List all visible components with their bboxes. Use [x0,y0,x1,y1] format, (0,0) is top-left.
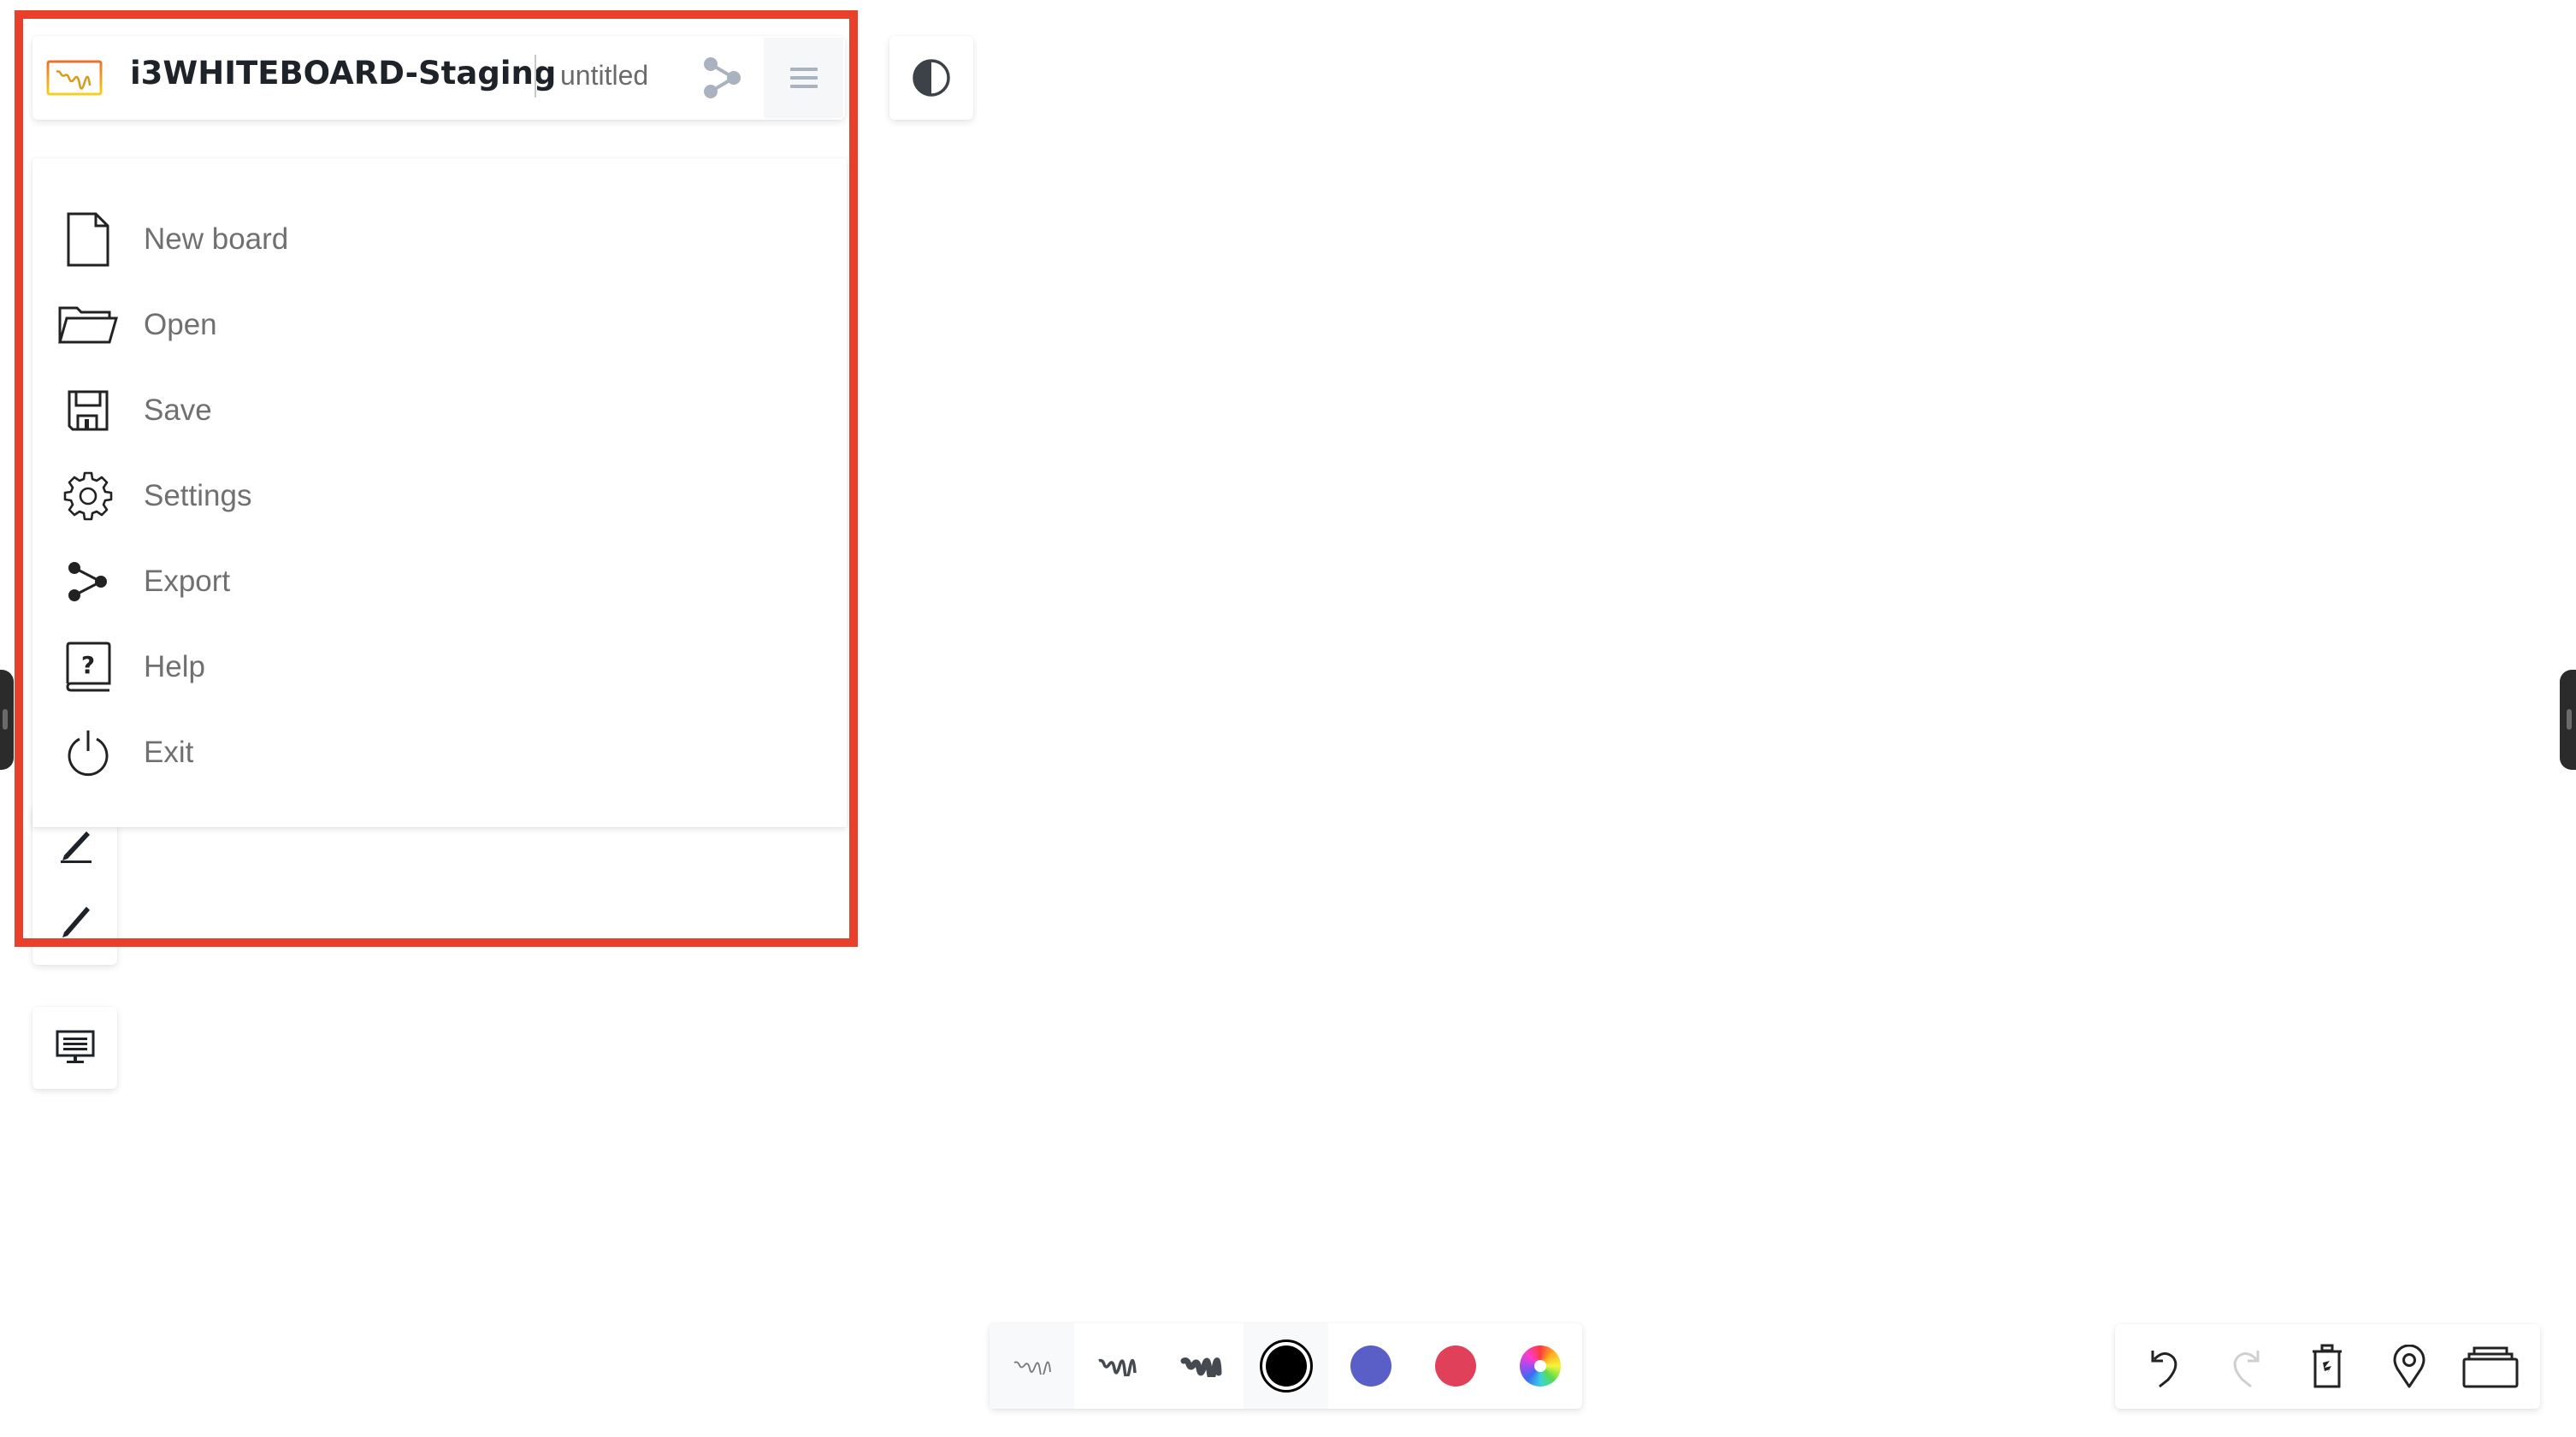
custom-color-button[interactable] [1498,1323,1582,1409]
menu-item-label: Export [144,565,231,598]
stroke-thin-icon [1011,1357,1054,1375]
menu-item-label: Save [144,393,212,427]
locate-button[interactable] [2371,1328,2448,1405]
undo-button[interactable] [2126,1328,2203,1405]
menu-item-exit[interactable]: Exit [32,710,847,795]
redo-button[interactable] [2207,1328,2284,1405]
highlighter-icon [54,902,97,948]
menu-item-settings[interactable]: Settings [32,453,847,539]
menu-item-label: Open [144,308,217,341]
main-menu-panel: New board Open Save Settings Export ? He… [32,158,847,827]
stroke-thick-button[interactable] [1159,1323,1244,1409]
contrast-icon [911,57,952,98]
floppy-disk-icon [58,381,118,441]
stroke-medium-icon [1096,1356,1138,1376]
menu-item-save[interactable]: Save [32,368,847,453]
color-swatch-black [1259,1339,1313,1393]
menu-item-label: New board [144,222,289,256]
menu-item-label: Help [144,650,205,683]
title-divider [535,55,536,98]
location-pin-icon [2393,1344,2425,1389]
menu-item-open[interactable]: Open [32,282,847,368]
share-icon [703,57,742,98]
boards-button[interactable] [2452,1328,2529,1405]
color-red-button[interactable] [1413,1323,1498,1409]
color-black-button[interactable] [1244,1323,1328,1409]
color-wheel-center [1533,1360,1546,1372]
color-wheel-icon [1519,1345,1561,1387]
swatch-fill [1265,1345,1307,1387]
share-button[interactable] [688,43,757,113]
trash-icon [2311,1344,2343,1390]
menu-item-label: Exit [144,736,194,769]
app-title: i3WHITEBOARD-Staging [130,55,557,92]
pen-toolbar [32,804,117,965]
svg-text:?: ? [81,651,95,679]
stroke-color-toolbar [990,1323,1582,1409]
redo-icon [2227,1345,2265,1388]
menu-item-export[interactable]: Export [32,539,847,624]
gear-icon [58,466,118,526]
new-file-icon [58,210,118,269]
power-icon [58,723,118,783]
left-drawer-handle[interactable] [0,670,14,770]
color-swatch-red [1434,1345,1476,1387]
help-book-icon: ? [58,637,118,697]
presentation-icon [56,1030,95,1066]
hamburger-menu-icon [789,66,818,90]
color-swatch-blue [1350,1345,1391,1387]
highlighter-tool-button[interactable] [32,884,117,965]
right-drawer-handle[interactable] [2560,670,2576,770]
pen-icon [54,823,97,866]
presentation-button[interactable] [32,1007,117,1089]
theme-toggle-button[interactable] [889,36,973,120]
folder-open-icon [58,295,118,355]
undo-icon [2146,1345,2183,1388]
share-icon [58,552,118,612]
menu-item-new-board[interactable]: New board [32,197,847,282]
whiteboard-logo-icon [46,60,103,96]
menu-item-help[interactable]: ? Help [32,624,847,710]
menu-item-label: Settings [144,479,252,512]
stroke-thin-button[interactable] [990,1323,1074,1409]
color-blue-button[interactable] [1328,1323,1413,1409]
action-toolbar [2115,1324,2540,1409]
stacked-boards-icon [2462,1345,2519,1388]
main-menu-button[interactable] [764,38,843,118]
stroke-thick-icon [1179,1355,1224,1377]
stroke-medium-button[interactable] [1074,1323,1159,1409]
clear-board-button[interactable] [2289,1328,2366,1405]
board-name[interactable]: untitled [560,60,648,92]
